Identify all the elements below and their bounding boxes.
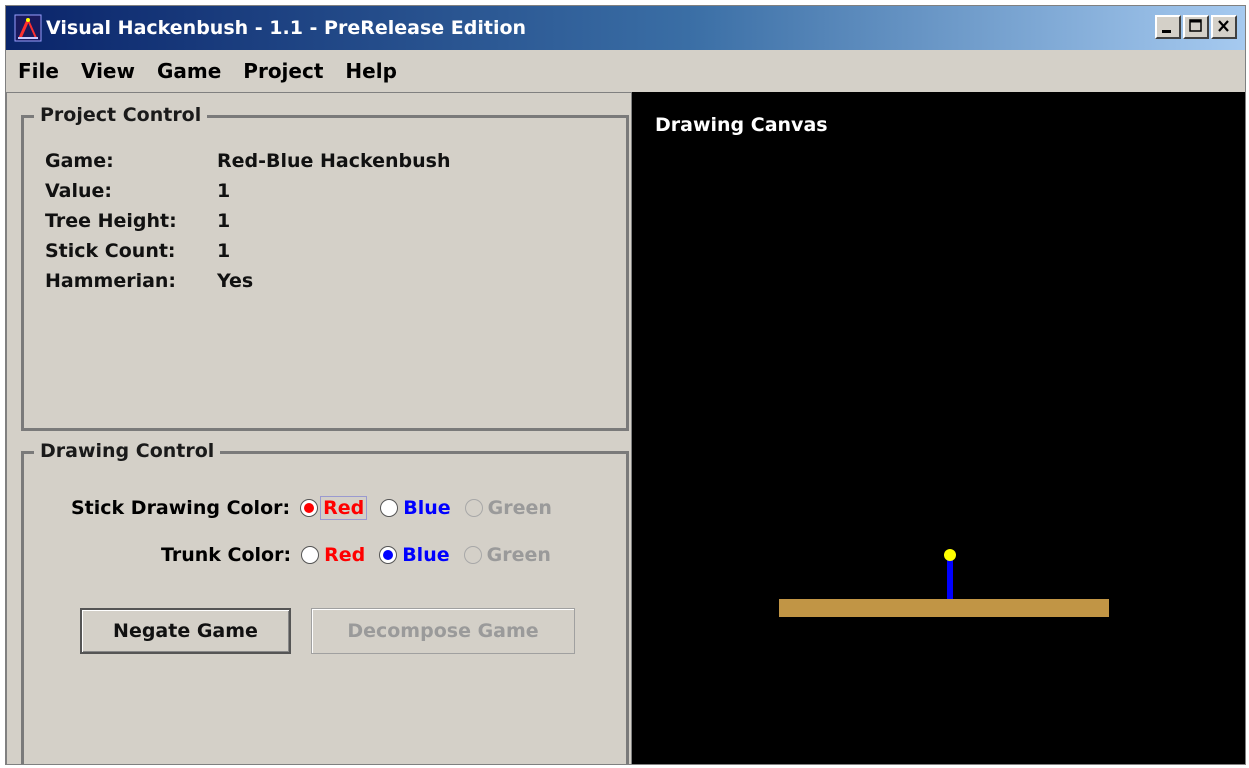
- project-control-title: Project Control: [34, 102, 208, 128]
- close-icon: [1218, 20, 1229, 32]
- value-label: Value:: [45, 180, 113, 202]
- trunk-green-label: Green: [486, 544, 551, 566]
- trunk-red-radio[interactable]: [301, 546, 320, 564]
- hammerian-value: Yes: [217, 270, 254, 292]
- stick-color-label: Stick Drawing Color:: [71, 497, 291, 519]
- minimize-button[interactable]: [1155, 15, 1181, 39]
- stick-red-label[interactable]: Red: [320, 496, 368, 520]
- decompose-game-button: Decompose Game: [311, 608, 575, 654]
- control-panel: Project Control Game: Red-Blue Hackenbus…: [6, 92, 632, 764]
- tree-height-value: 1: [217, 210, 231, 232]
- menu-file[interactable]: File: [18, 57, 59, 85]
- trunk-red-label[interactable]: Red: [324, 544, 365, 566]
- trunk-blue-label[interactable]: Blue: [402, 544, 449, 566]
- menu-project[interactable]: Project: [243, 57, 323, 85]
- stick-color-row: Stick Drawing Color: Red Blue Green: [71, 496, 566, 520]
- trunk-color-label: Trunk Color:: [161, 544, 292, 566]
- drawing-control-title: Drawing Control: [34, 438, 221, 464]
- trunk-color-row: Trunk Color: Red Blue Green: [161, 544, 565, 566]
- window-title: Visual Hackenbush - 1.1 - PreRelease Edi…: [46, 17, 527, 39]
- drawing-canvas[interactable]: Drawing Canvas: [632, 92, 1245, 764]
- trunk-blue-radio[interactable]: [379, 546, 398, 564]
- stick-blue-radio[interactable]: [380, 499, 399, 517]
- menu-game[interactable]: Game: [157, 57, 221, 85]
- ground-bar: [779, 599, 1109, 617]
- project-control-group: Project Control Game: Red-Blue Hackenbus…: [21, 102, 629, 431]
- trunk-green-radio: [463, 546, 482, 564]
- stick-green-label: Green: [487, 497, 552, 519]
- game-value: Red-Blue Hackenbush: [217, 150, 451, 172]
- minimize-icon: [1162, 30, 1171, 33]
- stick-blue-label[interactable]: Blue: [403, 497, 450, 519]
- canvas-drawing: [779, 549, 1109, 617]
- tree-height-label: Tree Height:: [45, 210, 177, 232]
- menu-view[interactable]: View: [81, 57, 135, 85]
- drawing-control-group: Drawing Control Stick Drawing Color: Red…: [21, 438, 629, 764]
- app-icon: [14, 14, 42, 42]
- game-label: Game:: [45, 150, 114, 172]
- stick-green-radio: [464, 499, 483, 517]
- maximize-button[interactable]: [1183, 15, 1209, 39]
- stick-red-radio[interactable]: [300, 499, 319, 517]
- stick-count-label: Stick Count:: [45, 240, 176, 262]
- menu-help[interactable]: Help: [345, 57, 396, 85]
- negate-game-button[interactable]: Negate Game: [80, 608, 291, 654]
- maximize-icon: [1189, 19, 1202, 32]
- stick-count-value: 1: [217, 240, 231, 262]
- value-value: 1: [217, 180, 231, 202]
- hammerian-label: Hammerian:: [45, 270, 177, 292]
- menu-bar: File View Game Project Help: [6, 50, 1245, 92]
- app-window: Visual Hackenbush - 1.1 - PreRelease Edi…: [5, 5, 1246, 765]
- stick-node[interactable]: [944, 549, 956, 561]
- window-controls: [1155, 15, 1237, 39]
- title-bar[interactable]: Visual Hackenbush - 1.1 - PreRelease Edi…: [6, 6, 1245, 50]
- close-button[interactable]: [1211, 15, 1237, 39]
